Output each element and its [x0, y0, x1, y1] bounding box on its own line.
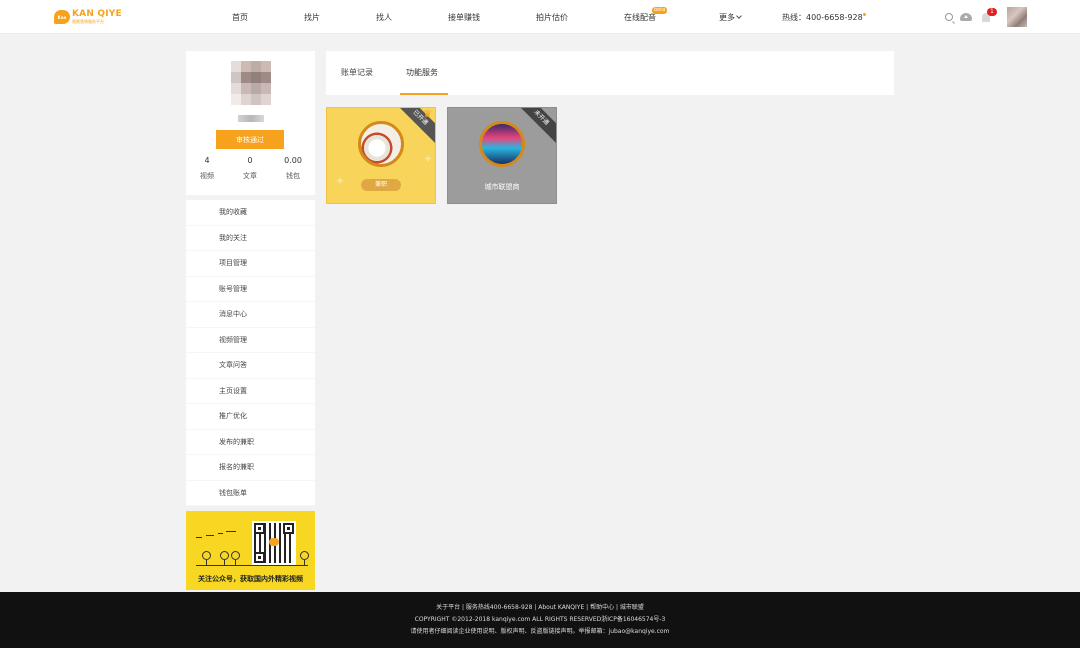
top-navbar: Kan KAN QIYE 视频营销服务平台 首页 找片 找人 接单赚钱 拍片估价…: [0, 0, 1080, 34]
sidebar-item-posted-jobs[interactable]: 发布的兼职: [186, 430, 315, 455]
profile-name: [238, 115, 264, 122]
logo-subtitle: 视频营销服务平台: [72, 19, 104, 24]
sidebar-menu: 我的收藏 我的关注 项目管理 账号管理 消息中心 视频管理 文章问答 主页设置 …: [186, 200, 315, 506]
star-icon: ✦: [423, 152, 434, 166]
stat-label: 钱包: [286, 172, 300, 180]
dot-icon: [862, 13, 866, 16]
sidebar-item-applied-jobs[interactable]: 报名的兼职: [186, 455, 315, 481]
service-card-parttime[interactable]: ✦ ✦ 已开通 ♛ 兼职: [326, 107, 436, 204]
hotline: 热线：400-6658-928: [782, 12, 866, 23]
stat-label: 文章: [243, 172, 257, 180]
user-avatar[interactable]: [1007, 7, 1027, 27]
parttime-illustration: [358, 121, 404, 167]
nav-home[interactable]: 首页: [232, 12, 248, 23]
nav-take-orders[interactable]: 接单赚钱: [448, 12, 480, 23]
nav-dubbing[interactable]: 在线配音 beta: [624, 7, 668, 23]
nav-dubbing-label: 在线配音: [624, 13, 656, 22]
stat-label: 视频: [200, 172, 214, 180]
nav-find-people[interactable]: 找人: [376, 12, 392, 23]
footer-notice: 请使用者仔细阅读企业使用说明、版权声明、反盗版链接声明。举报邮箱：jubao@k…: [410, 628, 670, 635]
stat-value: 0: [247, 156, 253, 165]
chevron-down-icon: [736, 13, 742, 19]
stat-value: 4: [204, 156, 210, 165]
profile-card: 审核通过 4 视频 0 文章 0.00 钱包: [186, 51, 315, 195]
location-pin-icon: [202, 551, 211, 566]
location-pin-icon: [220, 551, 229, 566]
hotline-text: 热线：400-6658-928: [782, 13, 863, 22]
tab-bar: 账单记录 功能服务: [326, 51, 894, 95]
footer-copyright: COPYRIGHT ©2012-2018 kanqiye.com ALL RIG…: [414, 616, 666, 623]
nav-quote[interactable]: 拍片估价: [536, 12, 568, 23]
logo-name: KAN QIYE: [72, 9, 122, 19]
city-illustration: [479, 121, 525, 167]
stat-wallet[interactable]: 0.00 钱包: [278, 156, 308, 181]
sidebar-item-articles[interactable]: 文章问答: [186, 353, 315, 379]
nav-find-video[interactable]: 找片: [304, 12, 320, 23]
star-icon: ✦: [335, 174, 346, 188]
tab-billing[interactable]: 账单记录: [341, 67, 373, 78]
qr-promo-banner[interactable]: 关注公众号，获取国内外精彩视频: [186, 511, 315, 590]
nav-more[interactable]: 更多: [719, 12, 742, 23]
sidebar-item-messages[interactable]: 消息中心: [186, 302, 315, 328]
service-label: 城市联盟商: [484, 183, 520, 191]
tab-services[interactable]: 功能服务: [406, 67, 438, 78]
service-card-city-alliance[interactable]: 未开通 城市联盟商: [447, 107, 557, 204]
location-pin-icon: [231, 551, 240, 566]
location-pin-icon: [300, 551, 309, 566]
footer-links[interactable]: 关于平台 | 服务热线400-6658-928 | About KANQIYE …: [0, 604, 1080, 612]
logo-badge-icon: Kan: [54, 10, 70, 24]
stat-videos[interactable]: 4 视频: [192, 156, 222, 181]
promo-text: 关注公众号，获取国内外精彩视频: [198, 574, 303, 583]
verify-status-button[interactable]: 审核通过: [216, 130, 284, 149]
active-tab-indicator: [400, 93, 448, 95]
sidebar-item-wallet[interactable]: 钱包账单: [186, 481, 315, 506]
logo[interactable]: Kan KAN QIYE 视频营销服务平台: [54, 9, 122, 25]
sidebar-item-projects[interactable]: 项目管理: [186, 251, 315, 277]
profile-avatar[interactable]: [231, 61, 271, 105]
sidebar-item-following[interactable]: 我的关注: [186, 226, 315, 251]
sidebar-item-homepage[interactable]: 主页设置: [186, 379, 315, 404]
beta-badge: beta: [652, 7, 668, 14]
search-icon[interactable]: [945, 13, 953, 21]
stat-articles[interactable]: 0 文章: [235, 156, 265, 181]
upload-cloud-icon[interactable]: [960, 13, 972, 21]
stat-value: 0.00: [284, 156, 302, 165]
service-label: 兼职: [361, 179, 401, 191]
footer: 关于平台 | 服务热线400-6658-928 | About KANQIYE …: [0, 592, 1080, 648]
sidebar-item-videos[interactable]: 视频管理: [186, 328, 315, 353]
notification-badge[interactable]: 1: [987, 8, 997, 16]
sidebar-item-favorites[interactable]: 我的收藏: [186, 200, 315, 226]
nav-more-label: 更多: [719, 13, 735, 22]
crown-icon: ♛: [423, 109, 432, 120]
qr-logo-icon: [269, 538, 279, 546]
sidebar-item-promotion[interactable]: 推广优化: [186, 404, 315, 430]
sidebar-item-account[interactable]: 账号管理: [186, 277, 315, 302]
